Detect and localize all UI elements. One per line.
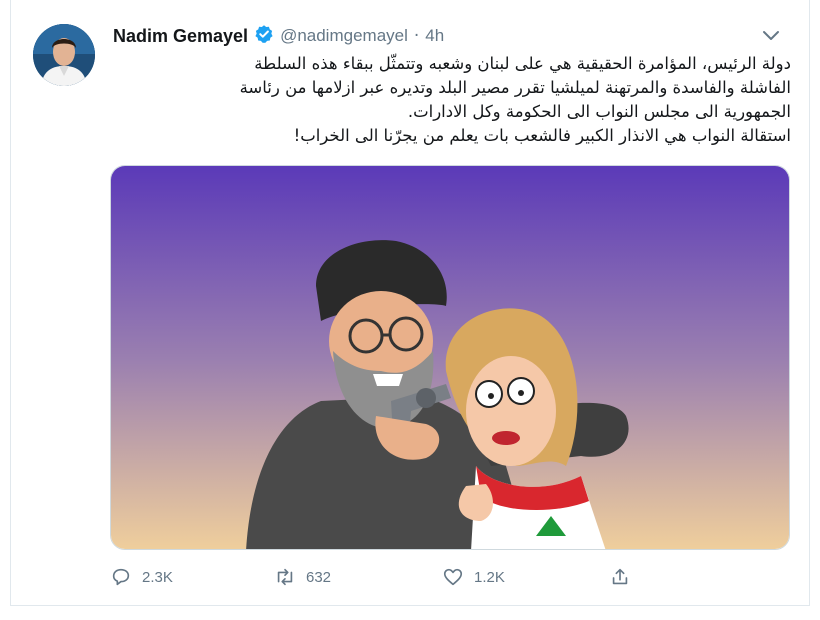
separator-dot: · <box>413 26 420 46</box>
share-icon <box>612 568 628 585</box>
share-button[interactable] <box>609 562 631 592</box>
author-name[interactable]: Nadim Gemayel <box>113 26 248 47</box>
reply-count: 2.3K <box>142 568 173 586</box>
tweet-text-line: الفاشلة والفاسدة والمرتهنة لميلشيا تقرر … <box>239 78 791 97</box>
like-button[interactable]: 1.2K <box>442 562 505 592</box>
tweet-timestamp[interactable]: 4h <box>425 26 444 46</box>
author-handle[interactable]: @nadimgemayel <box>280 26 408 46</box>
tweet-text: دولة الرئيس، المؤامرة الحقيقية هي على لب… <box>112 52 791 148</box>
heart-icon <box>443 568 463 586</box>
tweet-text-line: الجمهورية الى مجلس النواب الى الحكومة وك… <box>407 102 791 121</box>
tweet-text-line: دولة الرئيس، المؤامرة الحقيقية هي على لب… <box>254 54 791 73</box>
avatar[interactable] <box>33 24 95 86</box>
retweet-icon <box>277 568 293 586</box>
retweet-count: 632 <box>306 568 332 586</box>
retweet-button[interactable]: 632 <box>274 562 331 592</box>
chevron-down-icon[interactable] <box>761 28 781 42</box>
reply-button[interactable]: 2.3K <box>110 562 173 592</box>
like-count: 1.2K <box>474 568 505 586</box>
tweet-image[interactable] <box>110 165 790 550</box>
tweet-actions: 2.3K 632 1.2K <box>110 562 750 592</box>
tweet-header: Nadim Gemayel @nadimgemayel · 4h <box>113 22 444 50</box>
reply-icon <box>112 568 130 586</box>
tweet-text-line: استقالة النواب هي الانذار الكبير فالشعب … <box>293 126 791 145</box>
verified-badge-icon <box>254 24 274 48</box>
